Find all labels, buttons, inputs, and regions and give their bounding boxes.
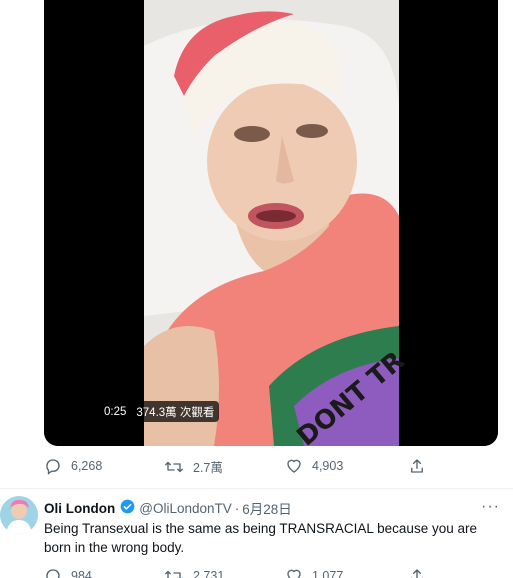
like-button[interactable]: 4,903 [285,457,343,475]
reply-icon [46,459,60,475]
video-views: 374.3萬 次觀看 [136,406,215,419]
like-count: 1,077 [312,569,344,578]
reply-button[interactable]: 6,268 [44,457,102,475]
retweet-icon [165,570,183,578]
tweet2-actions: 984 2,731 1,077 [44,567,444,578]
tweet-text: Being Transexual is the same as being TR… [44,521,477,555]
retweet-icon [165,461,183,472]
separator-dot: · [234,500,240,516]
retweet-button[interactable]: 2.7萬 [164,457,223,476]
tweet-header: Oli London @OliLondonTV · 6月28日 [44,498,292,518]
reply-button[interactable]: 984 [44,567,92,578]
reply-icon [46,569,60,578]
display-name[interactable]: Oli London [44,501,115,516]
reply-count: 984 [71,569,92,578]
like-icon [287,569,301,578]
video-player[interactable]: DONT TR 0:25 374.3萬 次觀看 [44,0,498,446]
tweet-actions: 6,268 2.7萬 4,903 [44,457,444,477]
verified-badge-icon [120,499,135,517]
avatar[interactable] [0,496,38,534]
avatar-image [0,496,38,534]
video-frame: DONT TR [44,0,498,446]
share-icon [411,569,423,578]
user-handle[interactable]: @OliLondonTV [139,501,232,516]
share-icon [411,459,423,473]
video-stats: 0:25 374.3萬 次觀看 [99,401,220,422]
retweet-button[interactable]: 2,731 [164,567,224,578]
tweet-divider [0,488,513,489]
reply-count: 6,268 [71,459,103,473]
video-time: 0:25 [104,405,127,418]
like-button[interactable]: 1,077 [285,567,343,578]
share-button[interactable] [408,567,426,578]
like-count: 4,903 [312,459,344,473]
retweet-count: 2.7萬 [193,461,223,475]
like-icon [287,459,301,473]
tweet-date[interactable]: 6月28日 [242,498,292,518]
share-button[interactable] [408,457,426,475]
more-icon[interactable]: ··· [481,498,500,516]
retweet-count: 2,731 [193,569,225,578]
